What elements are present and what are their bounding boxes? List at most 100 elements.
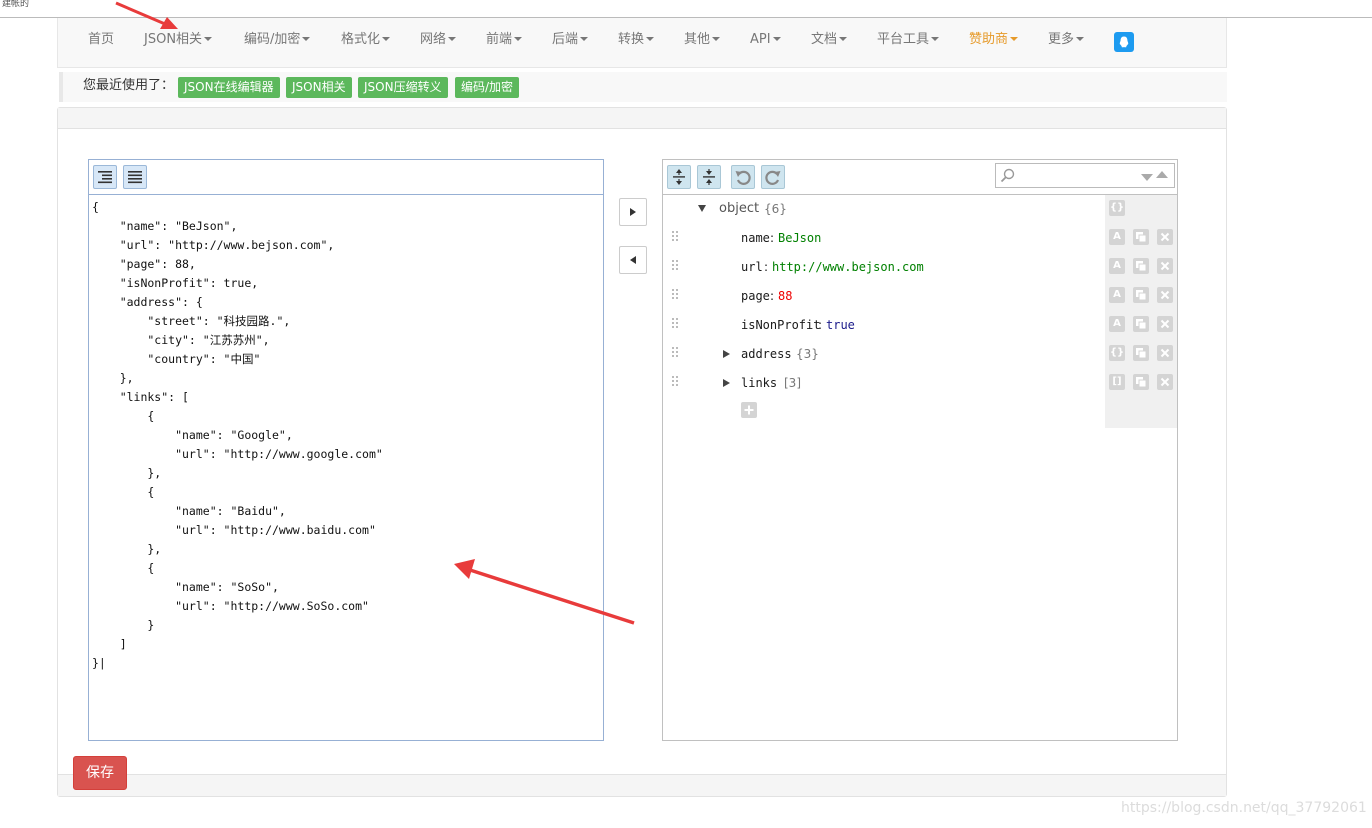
undo-icon — [735, 170, 751, 185]
json-code-text[interactable]: { "name": "BeJson", "url": "http://www.b… — [92, 198, 383, 673]
nav-item-1[interactable]: JSON相关 — [144, 18, 213, 63]
drag-handle-icon[interactable] — [671, 346, 679, 360]
drag-handle-icon[interactable] — [671, 288, 679, 302]
remove-icon[interactable] — [1157, 316, 1173, 332]
nav-item-4[interactable]: 网络 — [420, 18, 457, 63]
type-switch-icon[interactable]: A — [1109, 258, 1125, 274]
tree-separator: : — [818, 318, 823, 332]
nav-item-13[interactable]: 更多 — [1048, 18, 1085, 63]
expand-toggle-icon[interactable] — [723, 379, 730, 387]
collapse-all-button[interactable] — [697, 165, 721, 189]
tree-key[interactable]: links — [741, 375, 777, 391]
nav-item-label: 首页 — [88, 32, 115, 47]
tree-row-links[interactable]: links [3] — [663, 369, 1103, 398]
tree-key[interactable]: url — [741, 259, 763, 275]
nav-item-2[interactable]: 编码/加密 — [244, 18, 311, 63]
drag-handle-icon[interactable] — [671, 259, 679, 273]
duplicate-icon[interactable] — [1133, 374, 1149, 390]
drag-handle-icon[interactable] — [671, 230, 679, 244]
json-text-editor[interactable]: { "name": "BeJson", "url": "http://www.b… — [88, 159, 604, 741]
type-switch-icon[interactable]: A — [1109, 229, 1125, 245]
add-field-button[interactable] — [741, 402, 757, 418]
type-switch-icon[interactable]: A — [1109, 287, 1125, 303]
type-switch-icon[interactable]: [] — [1109, 374, 1125, 390]
tree-root-row[interactable]: object {6} — [663, 195, 1103, 224]
recent-tag-json-related[interactable]: JSON相关 — [286, 77, 352, 98]
expand-all-button[interactable] — [667, 165, 691, 189]
type-switch-icon[interactable]: {} — [1109, 345, 1125, 361]
recent-tag-json-editor[interactable]: JSON在线编辑器 — [178, 77, 280, 98]
tree-key[interactable]: address — [741, 346, 792, 362]
nav-item-label: 后端 — [552, 32, 579, 47]
tree-row-page[interactable]: page:88 — [663, 282, 1103, 311]
search-prev-icon[interactable] — [1155, 170, 1169, 180]
save-button[interactable]: 保存 — [73, 756, 127, 790]
format-button[interactable] — [93, 165, 117, 189]
tree-key[interactable]: page — [741, 288, 770, 304]
remove-icon[interactable] — [1157, 287, 1173, 303]
nav-item-label: 编码/加密 — [244, 32, 301, 47]
duplicate-icon[interactable] — [1133, 287, 1149, 303]
panel-footer — [58, 774, 1226, 796]
nav-item-11[interactable]: 平台工具 — [877, 18, 940, 63]
expand-toggle-icon[interactable] — [723, 350, 730, 358]
collapse-all-icon — [703, 169, 715, 185]
expand-toggle-icon[interactable] — [698, 205, 706, 212]
caret-down-icon — [839, 36, 848, 41]
nav-item-label: 转换 — [618, 32, 645, 47]
tree-row-name[interactable]: name: BeJson — [663, 224, 1103, 253]
tree-search-input[interactable] — [995, 163, 1175, 188]
tree-key[interactable]: name — [741, 230, 770, 246]
compact-button[interactable] — [123, 165, 147, 189]
nav-item-10[interactable]: 文档 — [811, 18, 848, 63]
remove-icon[interactable] — [1157, 258, 1173, 274]
qq-icon[interactable] — [1114, 32, 1134, 52]
nav-item-5[interactable]: 前端 — [486, 18, 523, 63]
tree-key[interactable]: isNonProfit — [741, 317, 820, 333]
search-icon — [1000, 168, 1015, 183]
tree-row-address[interactable]: address {3} — [663, 340, 1103, 369]
caret-down-icon — [712, 36, 721, 41]
nav-item-12[interactable]: 赞助商 — [969, 18, 1019, 63]
remove-icon[interactable] — [1157, 374, 1173, 390]
tree-separator: : — [770, 289, 775, 303]
undo-button[interactable] — [731, 165, 755, 189]
nav-item-8[interactable]: 其他 — [684, 18, 721, 63]
tree-row-url[interactable]: url: http://www.bejson.com — [663, 253, 1103, 282]
drag-handle-icon[interactable] — [671, 317, 679, 331]
expand-all-icon — [673, 169, 685, 185]
duplicate-icon[interactable] — [1133, 345, 1149, 361]
nav-item-7[interactable]: 转换 — [618, 18, 655, 63]
compact-icon — [128, 171, 142, 184]
tree-value[interactable]: 88 — [778, 288, 792, 304]
duplicate-icon[interactable] — [1133, 258, 1149, 274]
type-switch-icon[interactable]: A — [1109, 316, 1125, 332]
nav-item-label: 更多 — [1048, 32, 1075, 47]
nav-item-9[interactable]: API — [750, 18, 781, 63]
remove-icon[interactable] — [1157, 345, 1173, 361]
recent-tag-encode[interactable]: 编码/加密 — [455, 77, 520, 98]
arrow-left-icon — [630, 256, 636, 264]
root-type-icon[interactable]: {} — [1109, 200, 1125, 216]
copy-to-text-button[interactable] — [619, 246, 647, 274]
duplicate-icon[interactable] — [1133, 316, 1149, 332]
duplicate-icon[interactable] — [1133, 229, 1149, 245]
plus-icon — [744, 405, 754, 415]
remove-icon[interactable] — [1157, 229, 1173, 245]
tree-value[interactable]: BeJson — [778, 230, 821, 246]
text-editor-toolbar — [89, 160, 603, 195]
nav-item-6[interactable]: 后端 — [552, 18, 589, 63]
redo-button[interactable] — [761, 165, 785, 189]
recent-tag-json-compress[interactable]: JSON压缩转义 — [358, 77, 448, 98]
copy-to-tree-button[interactable] — [619, 198, 647, 226]
tree-row-isNonProfit[interactable]: isNonProfit: true — [663, 311, 1103, 340]
search-next-icon[interactable] — [1140, 172, 1154, 182]
nav-item-label: 文档 — [811, 32, 838, 47]
nav-item-3[interactable]: 格式化 — [341, 18, 391, 63]
tree-value[interactable]: true — [826, 317, 855, 333]
tree-value[interactable]: http://www.bejson.com — [772, 259, 924, 275]
drag-handle-icon[interactable] — [671, 375, 679, 389]
root-count: {6} — [764, 202, 787, 216]
watermark: https://blog.csdn.net/qq_37792061 — [1121, 800, 1367, 816]
nav-item-0[interactable]: 首页 — [88, 18, 114, 63]
